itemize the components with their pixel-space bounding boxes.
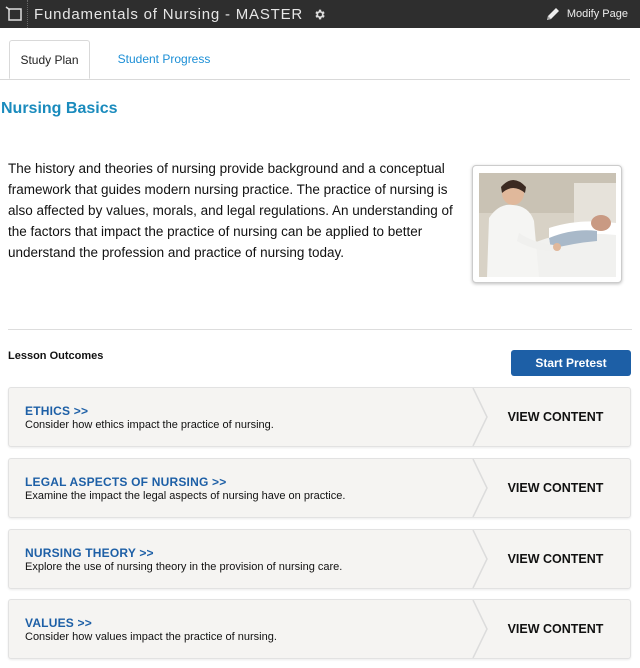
view-content-button[interactable]: VIEW CONTENT [479,459,632,517]
section-divider [8,329,632,330]
course-title: Fundamentals of Nursing - MASTER [34,5,304,23]
outcome-values[interactable]: VALUES >> Consider how values impact the… [8,599,631,659]
outcome-ethics[interactable]: ETHICS >> Consider how ethics impact the… [8,387,631,447]
outcome-description: Explore the use of nursing theory in the… [25,561,343,573]
sidebar-toggle-icon[interactable] [0,0,28,28]
modify-page-label: Modify Page [566,8,628,20]
outcome-description: Consider how ethics impact the practice … [25,419,274,431]
outcome-title[interactable]: LEGAL ASPECTS OF NURSING >> [25,475,226,489]
start-pretest-button[interactable]: Start Pretest [511,350,631,376]
nurse-photo [472,165,622,283]
tab-student-progress[interactable]: Student Progress [104,40,224,78]
modify-page-button[interactable]: Modify Page [545,0,628,28]
pencil-icon [546,8,559,20]
intro-text: The history and theories of nursing prov… [8,161,453,260]
top-bar: Fundamentals of Nursing - MASTER Modify … [0,0,640,28]
tab-study-plan[interactable]: Study Plan [9,40,90,79]
page-title: Nursing Basics [1,100,118,117]
view-content-button[interactable]: VIEW CONTENT [479,388,632,446]
outcome-legal-aspects[interactable]: LEGAL ASPECTS OF NURSING >> Examine the … [8,458,631,518]
outcome-description: Examine the impact the legal aspects of … [25,490,346,502]
outcome-nursing-theory[interactable]: NURSING THEORY >> Explore the use of nur… [8,529,631,589]
outcome-title[interactable]: ETHICS >> [25,404,88,418]
gear-icon[interactable] [313,8,326,21]
outcome-title[interactable]: NURSING THEORY >> [25,546,154,560]
view-content-button[interactable]: VIEW CONTENT [479,600,632,658]
view-content-button[interactable]: VIEW CONTENT [479,530,632,588]
outcome-description: Consider how values impact the practice … [25,631,277,643]
lesson-outcomes-label: Lesson Outcomes [8,350,104,362]
outcome-title[interactable]: VALUES >> [25,616,92,630]
tab-bar: Study Plan Student Progress [0,40,630,80]
